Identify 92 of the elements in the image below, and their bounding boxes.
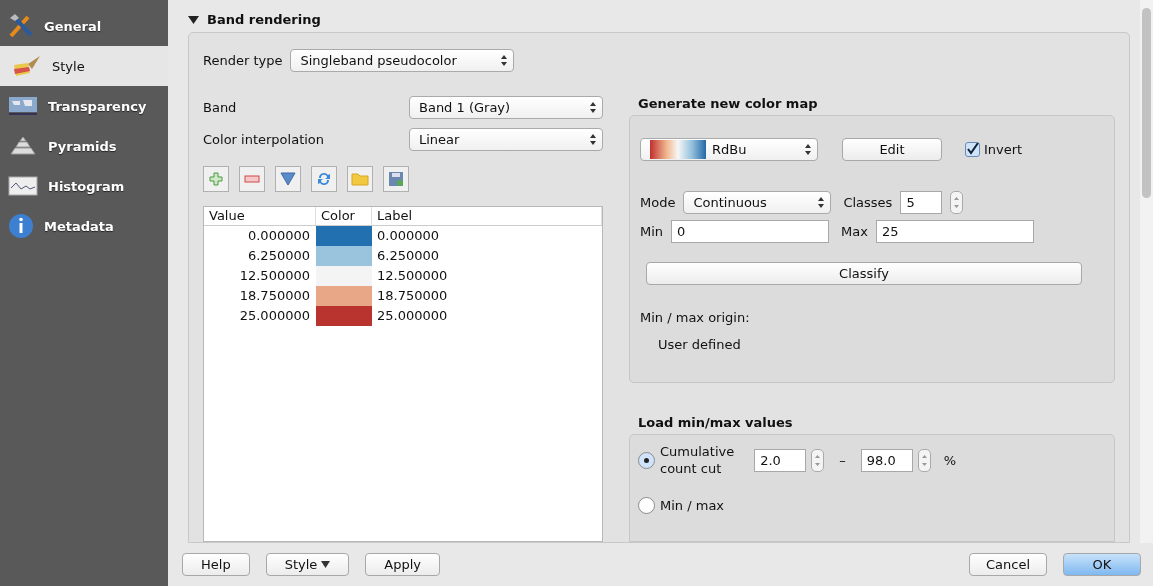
radio-label: Cumulative count cut [660, 443, 735, 477]
classes-label: Classes [843, 195, 893, 210]
value-cell-text: 12.500000 [238, 267, 311, 285]
origin-label: Min / max origin: [640, 310, 750, 325]
radio-button[interactable] [638, 451, 655, 469]
tool-button[interactable] [383, 166, 409, 192]
color-swatch[interactable] [316, 266, 372, 286]
classes-field[interactable]: 5 [900, 191, 943, 214]
edit-button[interactable]: Edit [842, 138, 942, 161]
tool-button[interactable] [311, 166, 337, 192]
column-header[interactable]: Label [372, 207, 602, 225]
value-cell-text: 6.250000 [246, 247, 311, 265]
color-swatch[interactable] [316, 226, 372, 246]
column-header[interactable]: Color [316, 207, 372, 225]
mode-label: Mode [640, 195, 676, 210]
updown-icon [590, 101, 596, 113]
tool-button[interactable] [203, 166, 229, 192]
pyramid-icon [8, 136, 38, 156]
tools-icon [8, 13, 34, 39]
folder-icon [351, 172, 369, 186]
label-cell-text: 25.000000 [376, 307, 449, 325]
interpolation-select[interactable]: Linear [409, 127, 603, 151]
classify-button[interactable]: Classify [646, 262, 1082, 285]
footer-button[interactable]: Cancel [969, 553, 1047, 576]
render-type-label: Render type [203, 53, 283, 68]
map-icon [8, 96, 38, 116]
gradient-swatch [650, 140, 706, 159]
sidebar-item[interactable]: Pyramids [0, 126, 168, 166]
label-cell-text: 12.500000 [376, 267, 449, 285]
tool-button[interactable] [275, 166, 301, 192]
save-icon [388, 171, 404, 187]
spin-arrows[interactable] [950, 191, 964, 214]
percent-text: % [943, 452, 957, 468]
color-map-title: Generate new color map [637, 96, 819, 111]
label-cell-text: 0.000000 [376, 227, 441, 245]
to-field[interactable]: 98.0 [860, 448, 913, 472]
band-label: Band [203, 99, 237, 115]
footer-button[interactable]: Help [182, 553, 250, 576]
color-swatch[interactable] [316, 286, 372, 306]
updown-icon [818, 197, 825, 208]
color-swatch[interactable] [316, 246, 372, 266]
spin-arrows[interactable] [811, 448, 825, 472]
updown-icon [590, 133, 596, 145]
column-header[interactable]: Value [204, 207, 316, 225]
footer-button[interactable]: Apply [365, 553, 440, 576]
radio-button[interactable] [638, 497, 655, 514]
max-label: Max [841, 224, 868, 239]
invert-label: Invert [984, 142, 1023, 157]
section-title: Band rendering [207, 11, 321, 27]
value-cell-text: 25.000000 [238, 307, 311, 325]
from-field[interactable]: 2.0 [754, 448, 807, 472]
plus-icon [209, 172, 223, 186]
sidebar-item[interactable]: Metadata [0, 206, 168, 246]
histogram-icon [8, 176, 38, 196]
render-type-select[interactable]: Singleband pseudocolor [290, 49, 515, 72]
paintbrush-icon [12, 55, 42, 77]
updown-icon [805, 144, 811, 155]
load-minmax-title: Load min/max values [637, 415, 794, 430]
scrollbar[interactable] [1140, 0, 1153, 543]
sidebar-item[interactable]: Histogram [0, 166, 168, 206]
caret-icon [321, 561, 331, 568]
minus-icon [244, 175, 260, 183]
min-field[interactable]: 0 [671, 220, 830, 243]
max-field[interactable]: 25 [875, 220, 1034, 243]
footer-button[interactable]: Style [265, 553, 350, 576]
sidebar-item[interactable]: General [0, 6, 168, 46]
invert-checkbox[interactable] [965, 142, 980, 157]
updown-icon [501, 55, 508, 66]
band-select[interactable]: Band 1 (Gray) [409, 95, 603, 119]
spin-arrows[interactable] [917, 448, 931, 472]
triangle-icon [280, 172, 296, 186]
ramp-select[interactable]: RdBu [640, 138, 818, 161]
ramp-name: RdBu [712, 142, 748, 157]
mode-select[interactable]: Continuous [683, 191, 832, 214]
value-cell-text: 0.000000 [246, 227, 311, 245]
value-cell-text: 18.750000 [238, 287, 311, 305]
collapse-arrow-icon[interactable] [188, 13, 199, 25]
color-swatch[interactable] [316, 306, 372, 326]
min-label: Min [640, 224, 664, 239]
tool-button[interactable] [239, 166, 265, 192]
sidebar-item[interactable]: Transparency [0, 86, 168, 126]
info-icon [8, 213, 34, 239]
dash-text: – [839, 452, 846, 468]
sidebar-item[interactable]: Style [0, 46, 168, 86]
tool-button[interactable] [347, 166, 373, 192]
label-cell-text: 6.250000 [376, 247, 441, 265]
label-cell-text: 18.750000 [376, 287, 449, 305]
footer-button[interactable]: OK [1063, 553, 1141, 576]
radio-label: Min / max [660, 497, 725, 514]
refresh-icon [316, 171, 332, 187]
origin-value: User defined [658, 337, 741, 352]
interpolation-label: Color interpolation [203, 131, 325, 147]
